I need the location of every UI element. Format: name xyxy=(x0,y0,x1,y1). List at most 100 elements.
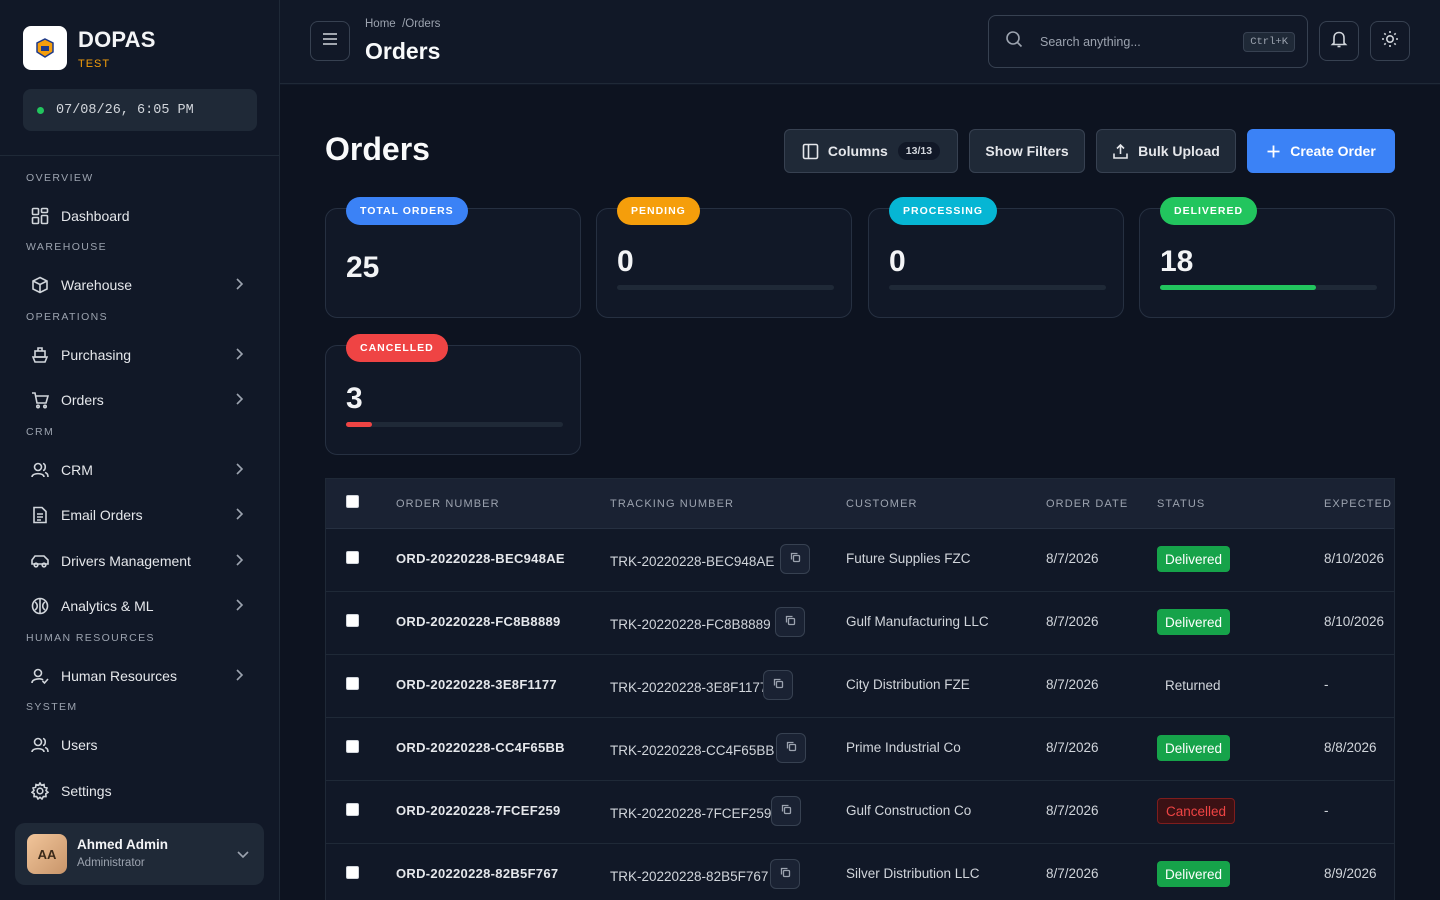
table-row[interactable]: ORD-20220228-FC8B8889 TRK-20220228-FC8B88… xyxy=(326,592,1394,655)
columns-button[interactable]: Columns 13/13 xyxy=(784,129,958,173)
brand[interactable]: DOPAS TEST xyxy=(23,26,156,70)
status-badge: Delivered xyxy=(1157,861,1231,887)
stat-card-cancelled[interactable]: CANCELLED 3 xyxy=(325,334,581,455)
bulk-upload-button[interactable]: Bulk Upload xyxy=(1096,129,1236,173)
column-header-order-number[interactable]: ORDER NUMBER xyxy=(396,498,500,510)
sidebar-item-purchasing[interactable]: Purchasing xyxy=(22,335,258,375)
users-icon xyxy=(30,460,50,480)
tracking-number: TRK-20220228-82B5F767 xyxy=(610,869,769,884)
notifications-button[interactable] xyxy=(1319,21,1359,61)
sidebar-item-email-orders[interactable]: Email Orders xyxy=(22,495,258,535)
show-filters-button[interactable]: Show Filters xyxy=(969,129,1085,173)
section-label-crm: CRM xyxy=(26,426,55,438)
columns-label: Columns xyxy=(827,143,888,159)
chevron-right-icon xyxy=(232,462,246,481)
row-checkbox[interactable] xyxy=(346,677,359,690)
stat-card-processing[interactable]: PROCESSING 0 xyxy=(868,197,1124,318)
order-number[interactable]: ORD-20220228-82B5F767 xyxy=(396,866,558,881)
search-input[interactable]: Search anything... Ctrl+K xyxy=(988,15,1308,68)
copy-icon xyxy=(790,550,801,568)
table-row[interactable]: ORD-20220228-BEC948AE TRK-20220228-BEC948… xyxy=(326,529,1394,592)
customer-name: Future Supplies FZC xyxy=(846,551,971,566)
box-icon xyxy=(30,275,50,295)
chevron-right-icon xyxy=(232,347,246,366)
copy-tracking-button[interactable] xyxy=(771,796,801,826)
brain-icon xyxy=(30,596,50,616)
column-header-expected-date[interactable]: EXPECTED D xyxy=(1324,498,1394,510)
copy-tracking-button[interactable] xyxy=(770,859,800,889)
order-number[interactable]: ORD-20220228-7FCEF259 xyxy=(396,803,561,818)
sun-icon xyxy=(1381,30,1399,53)
menu-toggle-button[interactable] xyxy=(310,21,350,61)
breadcrumb[interactable]: Home /Orders xyxy=(365,18,440,30)
expected-date: 8/10/2026 xyxy=(1324,614,1385,629)
table-row[interactable]: ORD-20220228-82B5F767 TRK-20220228-82B5F7… xyxy=(326,844,1394,900)
user-icon xyxy=(30,735,50,755)
copy-tracking-button[interactable] xyxy=(763,670,793,700)
sidebar-item-crm[interactable]: CRM xyxy=(22,450,258,490)
document-icon xyxy=(30,505,50,525)
order-number[interactable]: ORD-20220228-BEC948AE xyxy=(396,551,565,566)
table-row[interactable]: ORD-20220228-7FCEF259 TRK-20220228-7FCEF2… xyxy=(326,781,1394,844)
sidebar-item-orders[interactable]: Orders xyxy=(22,380,258,420)
order-number[interactable]: ORD-20220228-FC8B8889 xyxy=(396,614,561,629)
copy-icon xyxy=(773,676,784,694)
row-checkbox[interactable] xyxy=(346,866,359,879)
row-checkbox[interactable] xyxy=(346,551,359,564)
sidebar-item-dashboard[interactable]: Dashboard xyxy=(22,196,258,236)
chevron-right-icon xyxy=(232,392,246,411)
sidebar-item-label: Orders xyxy=(61,392,104,408)
upload-icon xyxy=(1112,143,1129,160)
copy-tracking-button[interactable] xyxy=(780,544,810,574)
stat-card-delivered[interactable]: DELIVERED 18 xyxy=(1139,197,1395,318)
status-badge: Delivered xyxy=(1157,609,1231,635)
sidebar-item-label: Warehouse xyxy=(61,277,133,293)
sidebar-item-label: Dashboard xyxy=(61,208,130,224)
top-header: Home /Orders Orders Search anything... C… xyxy=(280,0,1440,84)
copy-tracking-button[interactable] xyxy=(775,607,805,637)
create-order-button[interactable]: Create Order xyxy=(1247,129,1395,173)
hamburger-icon xyxy=(321,30,339,53)
column-header-order-date[interactable]: ORDER DATE xyxy=(1046,498,1128,510)
row-checkbox[interactable] xyxy=(346,740,359,753)
column-header-customer[interactable]: CUSTOMER xyxy=(846,498,918,510)
table-row[interactable]: ORD-20220228-3E8F1177 TRK-20220228-3E8F11… xyxy=(326,655,1394,718)
copy-tracking-button[interactable] xyxy=(776,733,806,763)
order-number[interactable]: ORD-20220228-3E8F1177 xyxy=(396,677,557,692)
column-header-tracking-number[interactable]: TRACKING NUMBER xyxy=(610,498,734,510)
row-checkbox[interactable] xyxy=(346,614,359,627)
clock-display: 07/08/26, 6:05 PM xyxy=(23,89,257,131)
stat-card-pending[interactable]: PENDING 0 xyxy=(596,197,852,318)
bell-icon xyxy=(1330,30,1348,53)
row-checkbox[interactable] xyxy=(346,803,359,816)
plus-icon xyxy=(1266,144,1281,159)
sidebar-divider xyxy=(0,155,279,156)
sidebar-item-settings[interactable]: Settings xyxy=(22,771,258,811)
sidebar-item-drivers-management[interactable]: Drivers Management xyxy=(22,541,258,581)
status-badge: Delivered xyxy=(1157,546,1231,572)
order-date: 8/7/2026 xyxy=(1046,677,1099,692)
select-all-checkbox[interactable] xyxy=(346,495,359,508)
sidebar-item-human-resources[interactable]: Human Resources xyxy=(22,656,258,696)
sidebar-item-label: CRM xyxy=(61,462,93,478)
env-badge: TEST xyxy=(78,58,111,70)
stat-label: CANCELLED xyxy=(346,334,448,362)
sidebar-item-users[interactable]: Users xyxy=(22,725,258,765)
section-label-operations: OPERATIONS xyxy=(26,311,109,323)
car-icon xyxy=(30,551,50,571)
tracking-number: TRK-20220228-7FCEF259 xyxy=(610,806,772,821)
column-header-status[interactable]: STATUS xyxy=(1157,498,1205,510)
ship-icon xyxy=(30,345,50,365)
order-number[interactable]: ORD-20220228-CC4F65BB xyxy=(396,740,565,755)
table-row[interactable]: ORD-20220228-CC4F65BB TRK-20220228-CC4F65… xyxy=(326,718,1394,781)
sidebar-item-warehouse[interactable]: Warehouse xyxy=(22,265,258,305)
stat-value: 0 xyxy=(617,245,634,278)
sidebar-item-label: Users xyxy=(61,737,98,753)
theme-toggle-button[interactable] xyxy=(1370,21,1410,61)
expected-date: 8/9/2026 xyxy=(1324,866,1377,881)
stat-label: DELIVERED xyxy=(1160,197,1258,225)
stat-card-total-orders[interactable]: TOTAL ORDERS 25 xyxy=(325,197,581,318)
sidebar-item-analytics-ml[interactable]: Analytics & ML xyxy=(22,586,258,626)
user-menu[interactable]: AA Ahmed Admin Administrator xyxy=(15,823,264,885)
avatar: AA xyxy=(27,834,67,874)
